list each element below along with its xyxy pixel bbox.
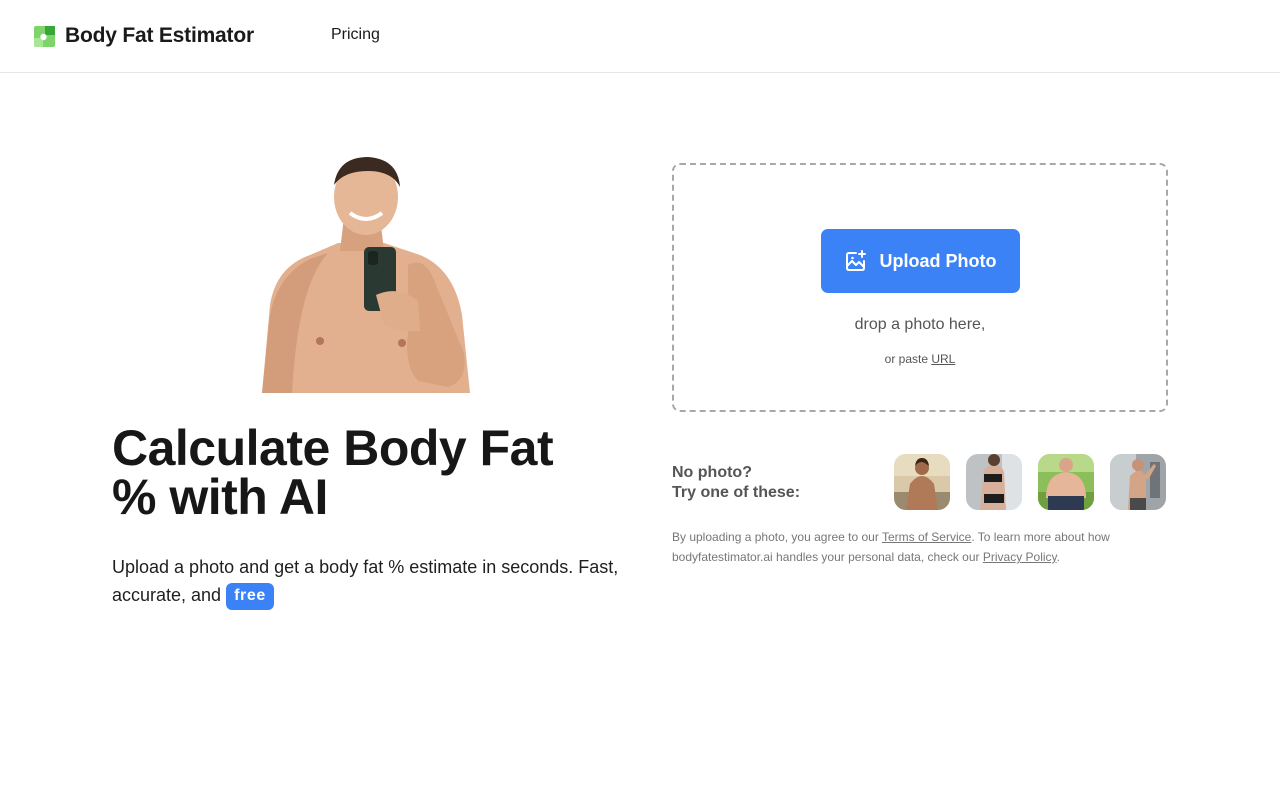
site-header: Body Fat Estimator Pricing: [0, 0, 1280, 73]
headline-line-1: Calculate Body Fat: [112, 420, 554, 476]
image-upload-icon: [845, 250, 866, 271]
terms-of-service-link[interactable]: Terms of Service: [882, 530, 971, 544]
app-logo-icon: [34, 25, 55, 47]
upload-dropzone[interactable]: Upload Photo drop a photo here, or paste…: [672, 163, 1168, 412]
sample-photo-1[interactable]: [894, 454, 950, 510]
sample-photo-4[interactable]: [1110, 454, 1166, 510]
hero-subtext-text: Upload a photo and get a body fat % esti…: [112, 557, 619, 605]
sample-photo-list: [894, 454, 1166, 510]
hero-person-image: [262, 157, 470, 393]
free-badge: free: [226, 583, 274, 610]
sample-label-line-1: No photo?: [672, 464, 752, 481]
paste-url-text: or paste URL: [674, 352, 1166, 366]
hero-subtext: Upload a photo and get a body fat % esti…: [112, 553, 622, 610]
legal-prefix: By uploading a photo, you agree to our: [672, 530, 879, 544]
nav-link-pricing[interactable]: Pricing: [331, 26, 380, 44]
drop-photo-text: drop a photo here,: [854, 316, 986, 333]
paste-url-link[interactable]: URL: [931, 352, 955, 366]
brand-logo-link[interactable]: Body Fat Estimator: [34, 25, 254, 47]
page-headline: Calculate Body Fat % with AI: [112, 423, 632, 525]
legal-suffix: .: [1056, 550, 1061, 564]
sample-photos-label: No photo? Try one of these:: [672, 463, 800, 503]
paste-prefix: or paste: [884, 352, 928, 366]
upload-photo-button[interactable]: Upload Photo: [821, 229, 1020, 293]
sample-photo-2[interactable]: [966, 454, 1022, 510]
sample-photo-3[interactable]: [1038, 454, 1094, 510]
headline-line-2: % with AI: [112, 469, 328, 525]
brand-name: Body Fat Estimator: [65, 24, 254, 47]
legal-notice: By uploading a photo, you agree to our T…: [672, 527, 1172, 567]
privacy-policy-link[interactable]: Privacy Policy: [983, 550, 1057, 564]
upload-photo-label: Upload Photo: [879, 250, 997, 271]
sample-label-line-2: Try one of these:: [672, 484, 801, 501]
